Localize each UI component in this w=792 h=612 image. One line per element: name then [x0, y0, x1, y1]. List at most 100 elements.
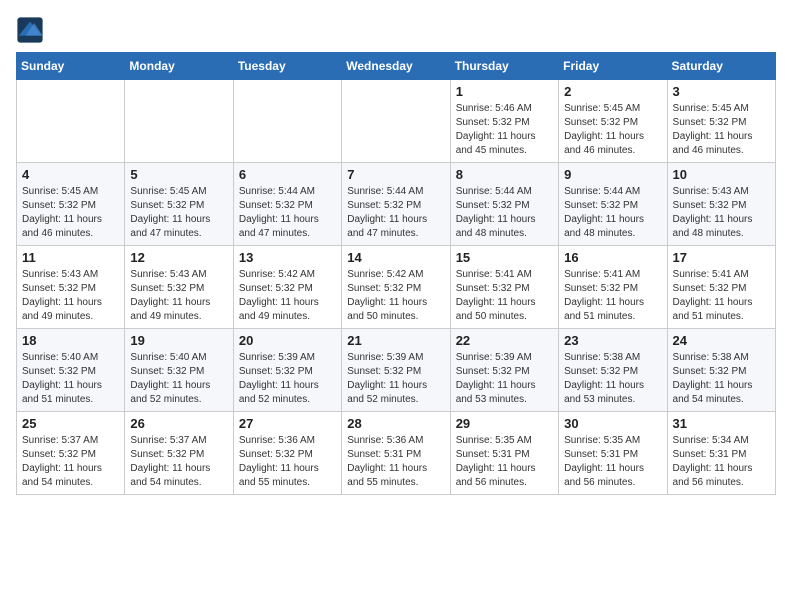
- calendar-cell: 23 Sunrise: 5:38 AM Sunset: 5:32 PM Dayli…: [559, 329, 667, 412]
- day-info: Sunrise: 5:39 AM Sunset: 5:32 PM Dayligh…: [239, 351, 336, 407]
- day-info: Sunrise: 5:40 AM Sunset: 5:32 PM Dayligh…: [22, 351, 119, 407]
- day-info: Sunrise: 5:36 AM Sunset: 5:32 PM Dayligh…: [239, 434, 336, 490]
- calendar-cell: 18 Sunrise: 5:40 AM Sunset: 5:32 PM Dayli…: [17, 329, 125, 412]
- day-number: 4: [22, 167, 119, 182]
- calendar-table: SundayMondayTuesdayWednesdayThursdayFrid…: [16, 52, 776, 495]
- calendar-cell: 11Sunrise: 5:43 AM Sunset: 5:32 PM Dayli…: [17, 246, 125, 329]
- day-number: 19: [130, 333, 227, 348]
- day-info: Sunrise: 5:37 AM Sunset: 5:32 PM Dayligh…: [130, 434, 227, 490]
- weekday-header-monday: Monday: [125, 53, 233, 80]
- day-number: 10: [673, 167, 770, 182]
- calendar-cell: 30 Sunrise: 5:35 AM Sunset: 5:31 PM Dayli…: [559, 412, 667, 495]
- day-info: Sunrise: 5:45 AM Sunset: 5:32 PM Dayligh…: [673, 102, 770, 158]
- calendar-cell: 9 Sunrise: 5:44 AM Sunset: 5:32 PM Daylig…: [559, 163, 667, 246]
- calendar-cell: 17 Sunrise: 5:41 AM Sunset: 5:32 PM Dayli…: [667, 246, 775, 329]
- day-number: 1: [456, 84, 553, 99]
- calendar-cell: 20 Sunrise: 5:39 AM Sunset: 5:32 PM Dayli…: [233, 329, 341, 412]
- calendar-week-4: 18 Sunrise: 5:40 AM Sunset: 5:32 PM Dayli…: [17, 329, 776, 412]
- calendar-cell: 3 Sunrise: 5:45 AM Sunset: 5:32 PM Daylig…: [667, 80, 775, 163]
- day-number: 11: [22, 250, 119, 265]
- calendar-week-2: 4 Sunrise: 5:45 AM Sunset: 5:32 PM Daylig…: [17, 163, 776, 246]
- day-number: 3: [673, 84, 770, 99]
- calendar-week-5: 25 Sunrise: 5:37 AM Sunset: 5:32 PM Dayli…: [17, 412, 776, 495]
- day-number: 20: [239, 333, 336, 348]
- calendar-cell: 25 Sunrise: 5:37 AM Sunset: 5:32 PM Dayli…: [17, 412, 125, 495]
- weekday-header-friday: Friday: [559, 53, 667, 80]
- calendar-cell: 24Sunrise: 5:38 AM Sunset: 5:32 PM Dayli…: [667, 329, 775, 412]
- calendar-body: 1 Sunrise: 5:46 AM Sunset: 5:32 PM Daylig…: [17, 80, 776, 495]
- calendar-cell: 14Sunrise: 5:42 AM Sunset: 5:32 PM Dayli…: [342, 246, 450, 329]
- weekday-header-saturday: Saturday: [667, 53, 775, 80]
- day-info: Sunrise: 5:39 AM Sunset: 5:32 PM Dayligh…: [347, 351, 444, 407]
- day-info: Sunrise: 5:34 AM Sunset: 5:31 PM Dayligh…: [673, 434, 770, 490]
- calendar-cell: 1 Sunrise: 5:46 AM Sunset: 5:32 PM Daylig…: [450, 80, 558, 163]
- day-info: Sunrise: 5:45 AM Sunset: 5:32 PM Dayligh…: [22, 185, 119, 241]
- day-info: Sunrise: 5:43 AM Sunset: 5:32 PM Dayligh…: [130, 268, 227, 324]
- calendar-cell: 26 Sunrise: 5:37 AM Sunset: 5:32 PM Dayli…: [125, 412, 233, 495]
- calendar-week-3: 11 Sunrise: 5:43 AM Sunset: 5:32 PM Dayli…: [17, 246, 776, 329]
- day-info: Sunrise: 5:44 AM Sunset: 5:32 PM Dayligh…: [564, 185, 661, 241]
- calendar-cell: 4 Sunrise: 5:45 AM Sunset: 5:32 PM Daylig…: [17, 163, 125, 246]
- day-number: 24: [673, 333, 770, 348]
- day-info: Sunrise: 5:45 AM Sunset: 5:32 PM Dayligh…: [130, 185, 227, 241]
- day-info: Sunrise: 5:41 AM Sunset: 5:32 PM Dayligh…: [564, 268, 661, 324]
- day-number: 7: [347, 167, 444, 182]
- day-number: 15: [456, 250, 553, 265]
- logo-icon: [16, 16, 44, 44]
- day-number: 8: [456, 167, 553, 182]
- day-number: 23: [564, 333, 661, 348]
- day-number: 12: [130, 250, 227, 265]
- calendar-cell: [342, 80, 450, 163]
- weekday-header-row: SundayMondayTuesdayWednesdayThursdayFrid…: [17, 53, 776, 80]
- calendar-cell: 22 Sunrise: 5:39 AM Sunset: 5:32 PM Dayli…: [450, 329, 558, 412]
- day-info: Sunrise: 5:44 AM Sunset: 5:32 PM Dayligh…: [347, 185, 444, 241]
- calendar-cell: 16 Sunrise: 5:41 AM Sunset: 5:32 PM Dayli…: [559, 246, 667, 329]
- calendar-cell: 13Sunrise: 5:42 AM Sunset: 5:32 PM Dayli…: [233, 246, 341, 329]
- day-number: 18: [22, 333, 119, 348]
- day-number: 31: [673, 416, 770, 431]
- calendar-cell: 10 Sunrise: 5:43 AM Sunset: 5:32 PM Dayli…: [667, 163, 775, 246]
- calendar-header: SundayMondayTuesdayWednesdayThursdayFrid…: [17, 53, 776, 80]
- day-info: Sunrise: 5:43 AM Sunset: 5:32 PM Dayligh…: [673, 185, 770, 241]
- day-number: 13: [239, 250, 336, 265]
- day-number: 30: [564, 416, 661, 431]
- calendar-cell: 19 Sunrise: 5:40 AM Sunset: 5:32 PM Dayli…: [125, 329, 233, 412]
- day-number: 6: [239, 167, 336, 182]
- day-number: 16: [564, 250, 661, 265]
- day-number: 9: [564, 167, 661, 182]
- day-info: Sunrise: 5:44 AM Sunset: 5:32 PM Dayligh…: [239, 185, 336, 241]
- calendar-cell: 31 Sunrise: 5:34 AM Sunset: 5:31 PM Dayli…: [667, 412, 775, 495]
- day-number: 26: [130, 416, 227, 431]
- day-info: Sunrise: 5:38 AM Sunset: 5:32 PM Dayligh…: [564, 351, 661, 407]
- calendar-cell: 27 Sunrise: 5:36 AM Sunset: 5:32 PM Dayli…: [233, 412, 341, 495]
- day-number: 28: [347, 416, 444, 431]
- calendar-cell: 12 Sunrise: 5:43 AM Sunset: 5:32 PM Dayli…: [125, 246, 233, 329]
- day-number: 21: [347, 333, 444, 348]
- day-number: 25: [22, 416, 119, 431]
- day-info: Sunrise: 5:40 AM Sunset: 5:32 PM Dayligh…: [130, 351, 227, 407]
- day-info: Sunrise: 5:46 AM Sunset: 5:32 PM Dayligh…: [456, 102, 553, 158]
- weekday-header-tuesday: Tuesday: [233, 53, 341, 80]
- weekday-header-sunday: Sunday: [17, 53, 125, 80]
- day-info: Sunrise: 5:37 AM Sunset: 5:32 PM Dayligh…: [22, 434, 119, 490]
- calendar-cell: 29Sunrise: 5:35 AM Sunset: 5:31 PM Dayli…: [450, 412, 558, 495]
- calendar-cell: [125, 80, 233, 163]
- calendar-cell: 15Sunrise: 5:41 AM Sunset: 5:32 PM Dayli…: [450, 246, 558, 329]
- calendar-cell: 21 Sunrise: 5:39 AM Sunset: 5:32 PM Dayli…: [342, 329, 450, 412]
- day-number: 22: [456, 333, 553, 348]
- calendar-cell: 2Sunrise: 5:45 AM Sunset: 5:32 PM Daylig…: [559, 80, 667, 163]
- day-number: 29: [456, 416, 553, 431]
- calendar-cell: [233, 80, 341, 163]
- day-info: Sunrise: 5:44 AM Sunset: 5:32 PM Dayligh…: [456, 185, 553, 241]
- day-info: Sunrise: 5:36 AM Sunset: 5:31 PM Dayligh…: [347, 434, 444, 490]
- day-number: 27: [239, 416, 336, 431]
- day-number: 17: [673, 250, 770, 265]
- day-info: Sunrise: 5:39 AM Sunset: 5:32 PM Dayligh…: [456, 351, 553, 407]
- day-number: 5: [130, 167, 227, 182]
- day-info: Sunrise: 5:45 AM Sunset: 5:32 PM Dayligh…: [564, 102, 661, 158]
- day-info: Sunrise: 5:35 AM Sunset: 5:31 PM Dayligh…: [564, 434, 661, 490]
- logo: [16, 16, 48, 44]
- calendar-cell: 7 Sunrise: 5:44 AM Sunset: 5:32 PM Daylig…: [342, 163, 450, 246]
- day-info: Sunrise: 5:41 AM Sunset: 5:32 PM Dayligh…: [673, 268, 770, 324]
- calendar-week-1: 1 Sunrise: 5:46 AM Sunset: 5:32 PM Daylig…: [17, 80, 776, 163]
